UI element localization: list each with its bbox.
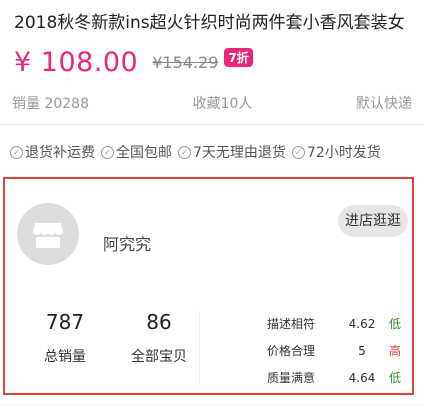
enter-shop-button[interactable]: 进店逛逛 xyxy=(338,205,408,237)
sales-count: 销量 20288 xyxy=(12,96,89,112)
rating-row: 价格合理 5 高 xyxy=(267,337,405,364)
rating-value: 4.64 xyxy=(348,370,376,385)
original-price: ¥154.29 xyxy=(152,52,219,72)
total-sales-value: 787 xyxy=(45,310,85,334)
vertical-divider xyxy=(199,311,200,385)
current-price: ¥ 108.00 xyxy=(14,46,139,78)
total-sales-metric: 787 总销量 xyxy=(33,310,97,366)
service-tag: ✓ 7天无理由退货 xyxy=(178,142,286,162)
shop-ratings: 描述相符 4.62 低 价格合理 5 高 质量满意 4.64 低 xyxy=(267,310,405,391)
check-circle-icon: ✓ xyxy=(10,145,23,159)
service-tag: ✓ 退货补运费 xyxy=(10,142,95,162)
divider xyxy=(0,404,424,405)
rating-label: 价格合理 xyxy=(267,344,316,358)
rating-row: 描述相符 4.62 低 xyxy=(267,310,405,337)
rating-label: 描述相符 xyxy=(267,317,316,331)
discount-badge: 7折 xyxy=(224,47,253,67)
price-row: ¥ 108.00 ¥154.29 7折 xyxy=(14,42,253,82)
shop-card: 阿究究 进店逛逛 787 总销量 86 全部宝贝 描述相符 4.62 低 价格合… xyxy=(3,177,414,395)
store-icon xyxy=(33,223,63,248)
rating-row: 质量满意 4.64 低 xyxy=(267,364,405,391)
total-sales-label: 总销量 xyxy=(44,349,86,365)
service-tag: ✓ 72小时发货 xyxy=(291,142,381,162)
all-items-metric[interactable]: 86 全部宝贝 xyxy=(123,310,195,366)
items-count-label: 全部宝贝 xyxy=(131,349,187,365)
rating-level: 低 xyxy=(388,317,401,331)
rating-value: 4.62 xyxy=(348,316,376,331)
rating-level: 高 xyxy=(388,344,401,358)
shop-avatar[interactable] xyxy=(17,203,79,265)
product-stats: 销量 20288 收藏10人 默认快递 xyxy=(12,93,412,113)
service-tags: ✓ 退货补运费 ✓ 全国包邮 ✓ 7天无理由退货 ✓ 72小时发货 xyxy=(10,142,387,162)
check-circle-icon: ✓ xyxy=(178,145,191,159)
rating-level: 低 xyxy=(388,371,401,385)
product-title: 2018秋冬新款ins超火针织时尚两件套小香风套装女 xyxy=(14,13,405,33)
shop-name[interactable]: 阿究究 xyxy=(103,231,151,255)
favorites-count: 收藏10人 xyxy=(192,96,253,112)
shipping-method: 默认快递 xyxy=(355,96,412,112)
rating-value: 5 xyxy=(358,343,366,358)
service-tag: ✓ 全国包邮 xyxy=(101,142,172,162)
check-circle-icon: ✓ xyxy=(101,145,114,159)
divider xyxy=(0,124,424,125)
items-count-value: 86 xyxy=(146,310,172,334)
rating-label: 质量满意 xyxy=(267,371,316,385)
check-circle-icon: ✓ xyxy=(291,145,305,159)
